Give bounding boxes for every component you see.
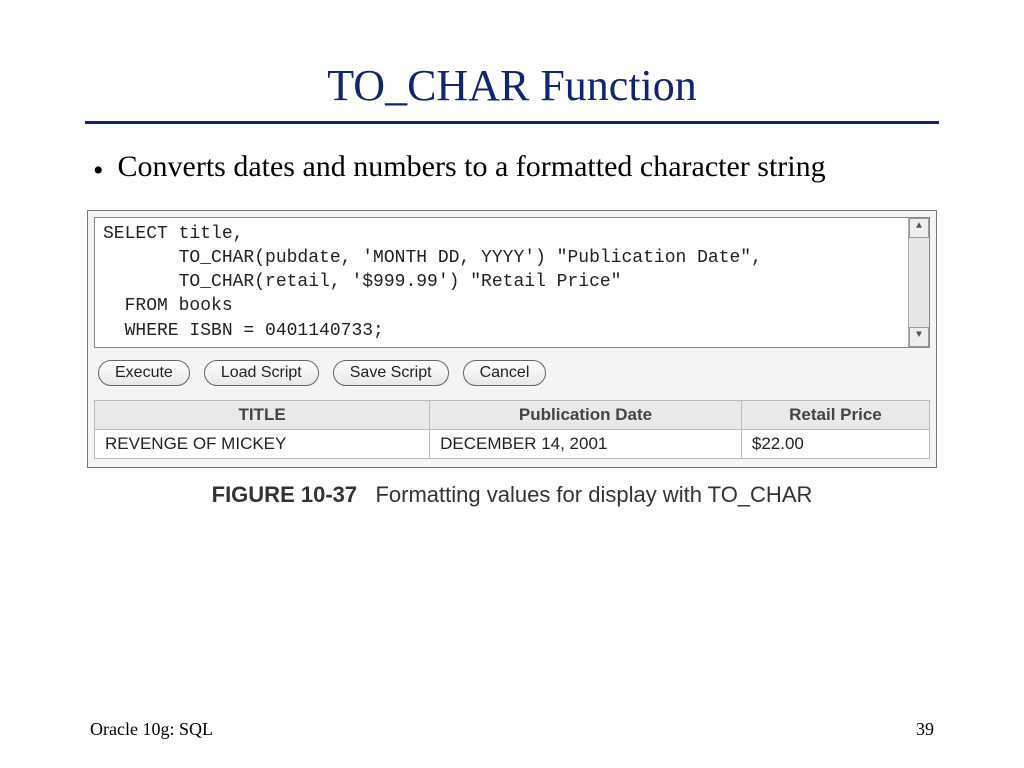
result-table: TITLE Publication Date Retail Price REVE… bbox=[94, 400, 930, 459]
scroll-up-button[interactable]: ▲ bbox=[909, 218, 929, 238]
footer-right: 39 bbox=[916, 719, 934, 740]
table-row: REVENGE OF MICKEY DECEMBER 14, 2001 $22.… bbox=[95, 429, 930, 458]
scrollbar[interactable]: ▲ ▼ bbox=[908, 218, 929, 347]
td-retail: $22.00 bbox=[741, 429, 929, 458]
sql-code-area[interactable]: SELECT title, TO_CHAR(pubdate, 'MONTH DD… bbox=[94, 217, 930, 348]
figure-caption: FIGURE 10-37 Formatting values for displ… bbox=[85, 482, 939, 508]
save-script-button[interactable]: Save Script bbox=[333, 360, 449, 386]
figure-caption-text: Formatting values for display with TO_CH… bbox=[375, 482, 812, 507]
scroll-down-button[interactable]: ▼ bbox=[909, 327, 929, 347]
bullet-marker: • bbox=[93, 152, 104, 190]
footer-left: Oracle 10g: SQL bbox=[90, 719, 213, 740]
sql-code-text: SELECT title, TO_CHAR(pubdate, 'MONTH DD… bbox=[103, 224, 762, 341]
th-pubdate: Publication Date bbox=[430, 400, 742, 429]
th-retail: Retail Price bbox=[741, 400, 929, 429]
th-title: TITLE bbox=[95, 400, 430, 429]
sql-screenshot: SELECT title, TO_CHAR(pubdate, 'MONTH DD… bbox=[87, 210, 937, 468]
table-header-row: TITLE Publication Date Retail Price bbox=[95, 400, 930, 429]
load-script-button[interactable]: Load Script bbox=[204, 360, 319, 386]
td-title: REVENGE OF MICKEY bbox=[95, 429, 430, 458]
td-pubdate: DECEMBER 14, 2001 bbox=[430, 429, 742, 458]
slide-title: TO_CHAR Function bbox=[85, 60, 939, 111]
bullet-text: Converts dates and numbers to a formatte… bbox=[118, 148, 939, 186]
bullet-item: • Converts dates and numbers to a format… bbox=[93, 148, 939, 190]
execute-button[interactable]: Execute bbox=[98, 360, 190, 386]
cancel-button[interactable]: Cancel bbox=[463, 360, 547, 386]
figure-number: FIGURE 10-37 bbox=[212, 482, 358, 507]
title-underline bbox=[85, 121, 939, 124]
button-row: Execute Load Script Save Script Cancel bbox=[88, 358, 936, 400]
